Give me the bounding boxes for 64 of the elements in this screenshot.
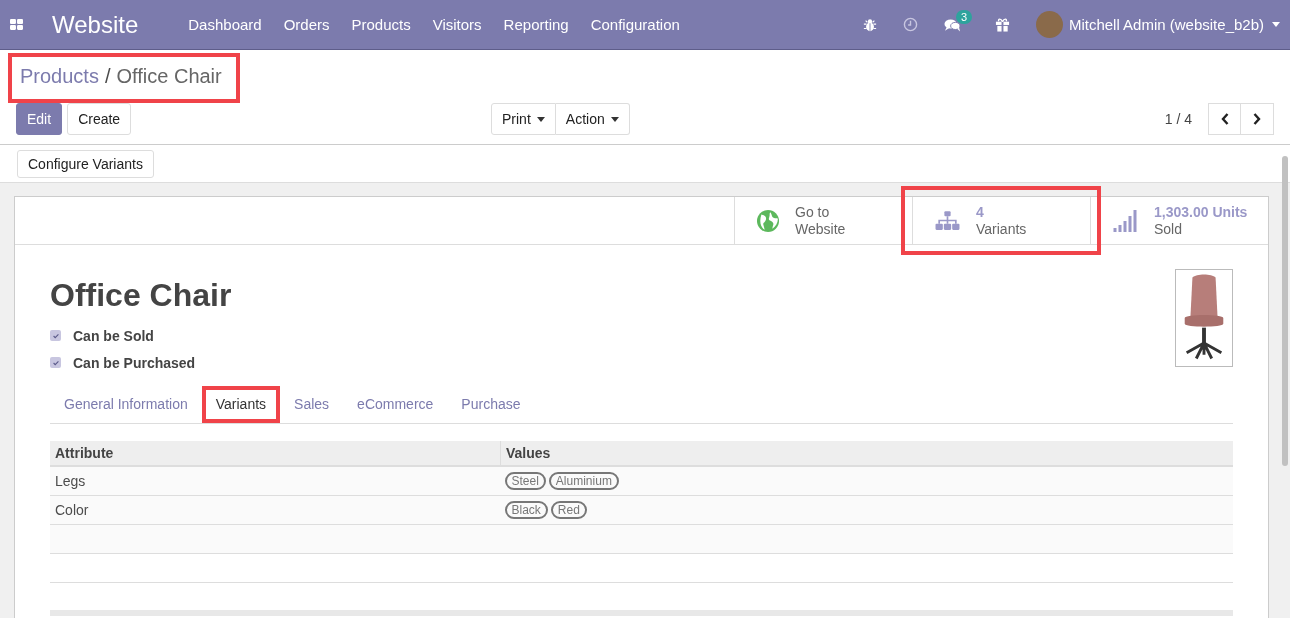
bar-chart-icon bbox=[1113, 209, 1138, 232]
check-icon bbox=[51, 358, 60, 367]
stat-label: Sold bbox=[1154, 220, 1184, 238]
stat-button[interactable]: 1,303.00 Units Sold bbox=[1090, 197, 1268, 244]
tab[interactable]: General Information bbox=[50, 386, 202, 423]
action-dropdown[interactable]: Action bbox=[555, 103, 630, 135]
menu-item[interactable]: Configuration bbox=[590, 16, 680, 33]
value-tag: Steel bbox=[504, 472, 546, 490]
tab[interactable]: eCommerce bbox=[343, 386, 448, 423]
tab[interactable]: Variants bbox=[201, 386, 281, 423]
create-button[interactable]: Create bbox=[67, 103, 132, 135]
check-icon bbox=[51, 331, 60, 340]
checkbox-label: Can be Sold bbox=[73, 327, 154, 344]
stat-value: 1,303.00 Units bbox=[1154, 203, 1248, 221]
product-name: Office Chair bbox=[50, 277, 232, 314]
checkbox-label: Can be Purchased bbox=[73, 354, 196, 371]
table-cell: Color bbox=[50, 495, 501, 525]
stat-value: 4 bbox=[976, 203, 985, 221]
gift-icon[interactable] bbox=[994, 17, 1010, 32]
message-count-badge: 3 bbox=[955, 9, 973, 24]
tab[interactable]: Purchase bbox=[447, 386, 535, 423]
edit-button[interactable]: Edit bbox=[16, 103, 63, 135]
checkbox[interactable] bbox=[50, 330, 61, 341]
checkbox[interactable] bbox=[50, 357, 61, 368]
hierarchy-icon bbox=[935, 211, 960, 230]
menu-item[interactable]: Reporting bbox=[503, 16, 569, 33]
clock-icon[interactable] bbox=[902, 17, 918, 32]
caret-icon bbox=[610, 116, 619, 122]
value-tag: Red bbox=[550, 501, 587, 519]
configure-variants-button[interactable]: Configure Variants bbox=[17, 150, 154, 178]
globe-icon bbox=[757, 209, 779, 232]
chair-image[interactable] bbox=[1175, 269, 1233, 367]
stat-label: Website bbox=[795, 220, 846, 238]
column-header: Values bbox=[500, 441, 1233, 466]
breadcrumb-link[interactable]: Products bbox=[20, 65, 99, 88]
bug-icon[interactable] bbox=[862, 17, 877, 32]
breadcrumb-current: Office Chair bbox=[116, 65, 222, 88]
scrollbar-thumb[interactable] bbox=[1282, 156, 1288, 466]
menu-item[interactable]: Visitors bbox=[432, 16, 482, 33]
caret-icon[interactable] bbox=[1272, 22, 1280, 27]
stat-button[interactable]: Go to Website bbox=[734, 197, 912, 244]
previous-button[interactable] bbox=[1208, 103, 1241, 135]
pager-value: 1 / 4 bbox=[1164, 111, 1192, 127]
stat-button[interactable]: 4 Variants bbox=[912, 197, 1090, 244]
stat-label: Variants bbox=[976, 220, 1027, 238]
caret-icon bbox=[536, 116, 545, 122]
breadcrumb-separator: / bbox=[104, 65, 111, 88]
menu-item[interactable]: Dashboard bbox=[188, 16, 262, 33]
chevron-left-icon bbox=[1220, 113, 1229, 125]
column-header: Attribute bbox=[50, 441, 501, 466]
apps-grid-icon[interactable] bbox=[10, 19, 23, 30]
chat-bubbles-icon[interactable] bbox=[943, 17, 961, 32]
next-button[interactable] bbox=[1241, 103, 1274, 135]
table-cell: Legs bbox=[50, 466, 501, 496]
stat-value: Go to bbox=[795, 203, 831, 221]
value-tag: Black bbox=[504, 501, 548, 519]
chevron-right-icon bbox=[1253, 113, 1261, 125]
tab[interactable]: Sales bbox=[280, 386, 344, 423]
value-tag: Aluminium bbox=[548, 472, 619, 490]
print-dropdown[interactable]: Print bbox=[491, 103, 556, 135]
user-menu[interactable]: Mitchell Admin (website_b2b) bbox=[1068, 16, 1264, 33]
menu-item[interactable]: Products bbox=[351, 16, 411, 33]
app-name[interactable]: Website bbox=[52, 10, 139, 39]
menu-item[interactable]: Orders bbox=[283, 16, 330, 33]
